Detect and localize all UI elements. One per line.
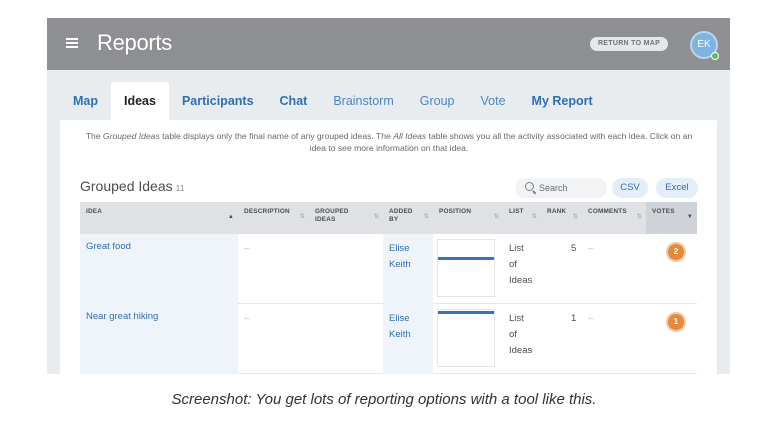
page-title: Reports: [97, 30, 172, 55]
column-votes[interactable]: VOTES ▼: [646, 202, 697, 234]
list-text: List: [509, 243, 524, 254]
list-cell: List of Ideas: [509, 311, 532, 359]
grouped-ideas-table: IDEA ▲ DESCRIPTION ⇅ GROUPED IDEAS ⇅ ADDED BY…: [80, 202, 697, 374]
position-indicator: [437, 239, 495, 297]
column-label: ADDED: [389, 208, 413, 215]
list-text: Ideas: [509, 345, 533, 356]
comments-cell: –: [588, 243, 594, 254]
section-title-text: Grouped Ideas: [80, 178, 173, 194]
tab-my-report[interactable]: My Report: [519, 82, 606, 120]
table-row[interactable]: Great food – Elise Keith List of Ideas 5 – …: [80, 234, 697, 304]
rank-cell: 5: [571, 243, 577, 254]
column-idea[interactable]: IDEA ▲: [80, 202, 238, 234]
column-label: VOTES: [652, 208, 675, 215]
column-label: GROUPED: [315, 208, 349, 215]
sort-icon: ⇅: [531, 214, 537, 220]
column-grouped-ideas[interactable]: GROUPED IDEAS ⇅: [309, 202, 383, 234]
column-label: COMMENTS: [588, 208, 627, 215]
sort-icon: ⇅: [423, 214, 429, 220]
excel-export-button[interactable]: Excel: [656, 178, 698, 198]
return-to-map-button[interactable]: RETURN TO MAP: [590, 37, 668, 51]
idea-link[interactable]: Great food: [80, 234, 238, 304]
added-by-first: Elise: [389, 313, 410, 324]
column-label: BY: [389, 216, 399, 223]
position-bar: [438, 257, 494, 260]
tab-ideas[interactable]: Ideas: [111, 82, 169, 120]
online-status-icon: [711, 52, 719, 60]
section-title: Grouped Ideas 11: [80, 178, 184, 194]
added-by-last: Keith: [389, 329, 411, 340]
added-by-link[interactable]: Elise Keith: [383, 234, 433, 304]
menu-icon[interactable]: [66, 38, 78, 48]
search-box[interactable]: [515, 178, 607, 198]
search-icon: [525, 182, 534, 191]
column-label: POSITION: [439, 208, 472, 215]
column-position[interactable]: POSITION ⇅: [433, 202, 503, 234]
position-bar: [438, 311, 494, 314]
column-comments[interactable]: COMMENTS ⇅: [582, 202, 646, 234]
list-text: Ideas: [509, 275, 533, 286]
column-label: DESCRIPTION: [244, 208, 290, 215]
added-by-link[interactable]: Elise Keith: [383, 304, 433, 374]
sort-down-icon: ▼: [686, 214, 693, 220]
table-row[interactable]: Near great hiking – Elise Keith List of Ide…: [80, 304, 697, 374]
report-tabs: Map Ideas Participants Chat Brainstorm G…: [60, 82, 606, 120]
column-added-by[interactable]: ADDED BY ⇅: [383, 202, 433, 234]
list-text: List: [509, 313, 524, 324]
ideas-panel: The Grouped Ideas table displays only th…: [60, 120, 717, 374]
idea-link[interactable]: Near great hiking: [80, 304, 238, 374]
app-window: Reports RETURN TO MAP EK Map Ideas Parti…: [47, 18, 730, 374]
figure-caption: Screenshot: You get lots of reporting op…: [171, 391, 597, 408]
description-cell: –: [244, 313, 250, 324]
tab-participants[interactable]: Participants: [169, 82, 267, 120]
column-label: IDEAS: [315, 216, 336, 223]
added-by-last: Keith: [389, 259, 411, 270]
section-count: 11: [175, 183, 185, 193]
sort-icon: ⇅: [493, 214, 499, 220]
tab-group[interactable]: Group: [407, 82, 468, 120]
description-cell: –: [244, 243, 250, 254]
tab-brainstorm[interactable]: Brainstorm: [320, 82, 406, 120]
intro-part: The: [85, 131, 103, 141]
sort-up-icon: ▲: [227, 214, 234, 220]
votes-badge: 1: [666, 312, 686, 332]
intro-part: table displays only the final name of an…: [159, 131, 394, 141]
added-by-first: Elise: [389, 243, 410, 254]
list-text: of: [509, 329, 517, 340]
votes-badge: 2: [666, 242, 686, 262]
list-cell: List of Ideas: [509, 241, 532, 289]
list-text: of: [509, 259, 517, 270]
intro-all-ideas: All Ideas: [393, 131, 427, 141]
sort-icon: ⇅: [299, 214, 305, 220]
column-list[interactable]: LIST ⇅: [503, 202, 541, 234]
tab-chat[interactable]: Chat: [267, 82, 321, 120]
intro-grouped-ideas: Grouped Ideas: [102, 131, 160, 141]
column-description[interactable]: DESCRIPTION ⇅: [238, 202, 309, 234]
column-rank[interactable]: RANK ⇅: [541, 202, 582, 234]
column-label: LIST: [509, 208, 524, 215]
position-indicator: [437, 309, 495, 367]
tab-vote[interactable]: Vote: [468, 82, 519, 120]
table-header: IDEA ▲ DESCRIPTION ⇅ GROUPED IDEAS ⇅ ADDED BY…: [80, 202, 697, 234]
csv-export-button[interactable]: CSV: [612, 178, 648, 198]
intro-text: The Grouped Ideas table displays only th…: [82, 130, 696, 154]
top-bar: Reports RETURN TO MAP EK: [47, 18, 730, 70]
sort-icon: ⇅: [373, 214, 379, 220]
comments-cell: –: [588, 313, 594, 324]
sort-icon: ⇅: [572, 214, 578, 220]
tab-map[interactable]: Map: [60, 82, 111, 120]
rank-cell: 1: [571, 313, 577, 324]
search-input[interactable]: [539, 181, 601, 195]
column-label: IDEA: [86, 208, 103, 215]
sort-icon: ⇅: [636, 214, 642, 220]
column-label: RANK: [547, 208, 567, 215]
